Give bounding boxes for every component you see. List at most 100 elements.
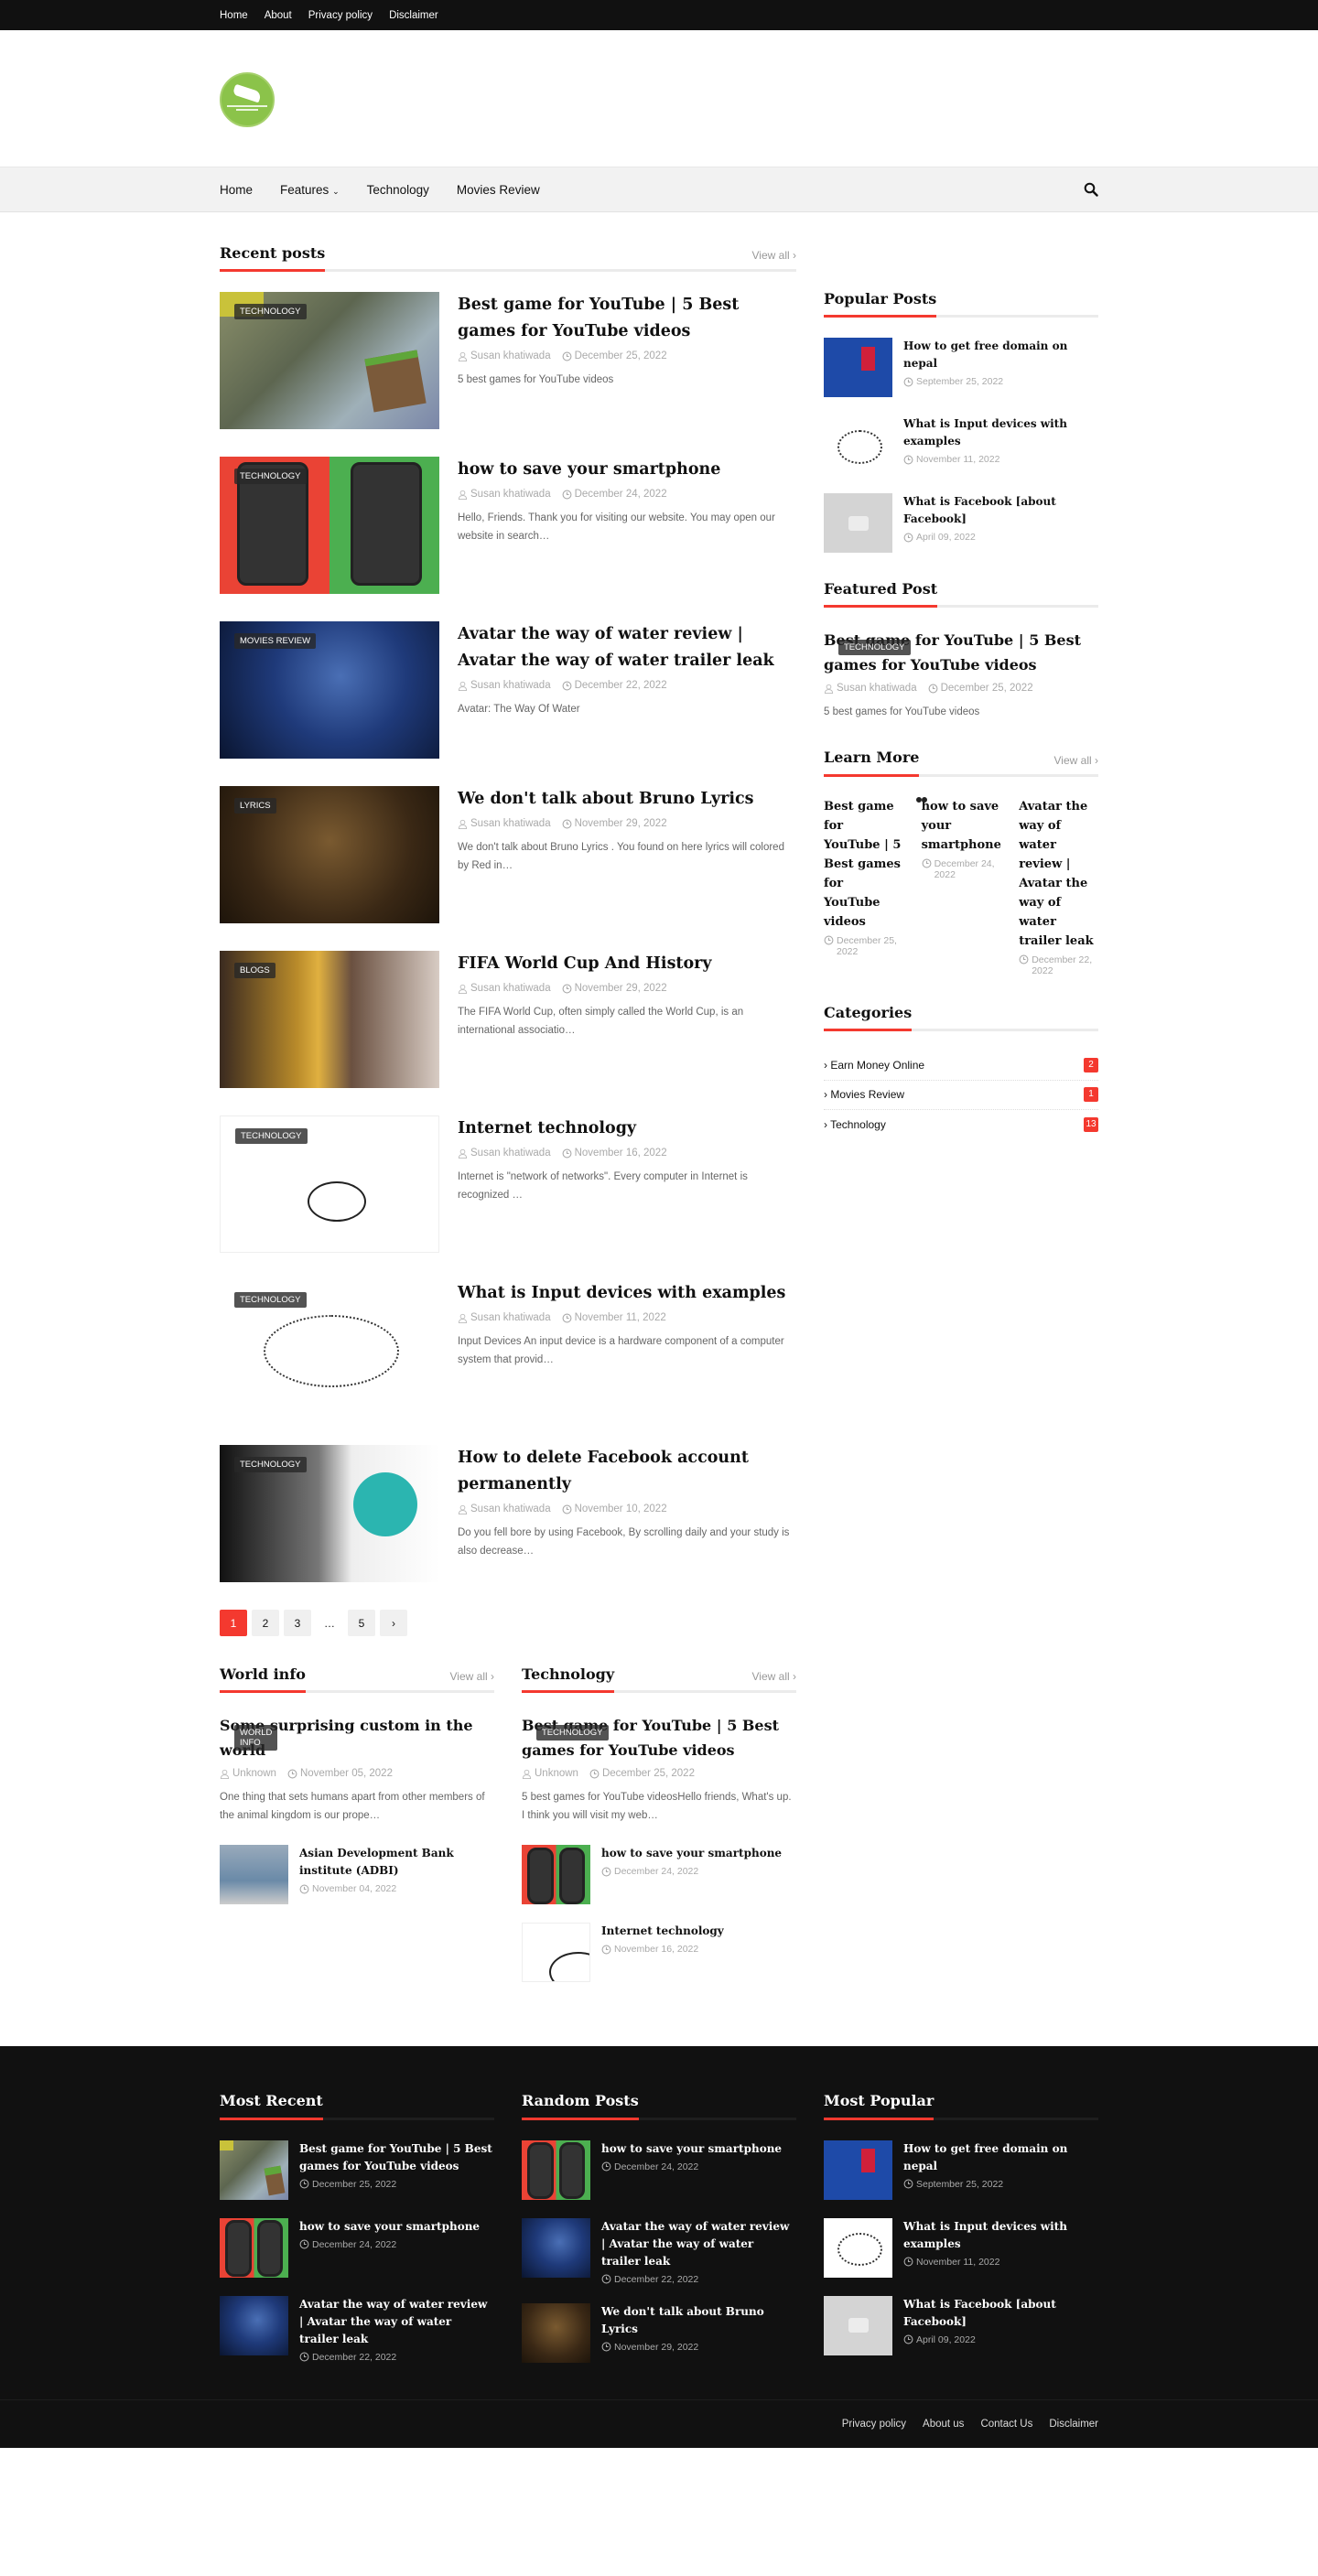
post-title-link[interactable]: Internet technology xyxy=(458,1116,796,1142)
category-badge: MOVIES REVIEW xyxy=(234,633,317,650)
post-meta: Susan khatiwada December 25, 2022 xyxy=(458,350,796,361)
featured-item: WORLD INFOSome surprising custom in the … xyxy=(220,1713,494,1825)
nav-features[interactable]: Features ⌄ xyxy=(280,183,340,197)
site-logo[interactable] xyxy=(220,72,275,127)
post-title-link[interactable]: How to get free domain on nepal xyxy=(903,338,1098,372)
post-title-link[interactable]: Avatar the way of water review | Avatar … xyxy=(1019,797,1098,951)
post-title-link[interactable]: how to save your smartphone xyxy=(601,1845,796,1862)
clock-icon xyxy=(1019,954,1029,965)
post-thumbnail[interactable]: MOVIES REVIEW xyxy=(220,621,439,760)
post-thumbnail[interactable] xyxy=(522,1845,590,1905)
user-icon xyxy=(522,1769,532,1779)
post-title-link[interactable]: how to save your smartphone xyxy=(299,2218,494,2236)
footer-link-privacy[interactable]: Privacy policy xyxy=(842,2419,906,2430)
category-item[interactable]: › Technology 13 xyxy=(824,1110,1098,1139)
section-header: Random Posts xyxy=(522,2092,796,2120)
topbar-link-about[interactable]: About xyxy=(265,10,292,21)
post-thumbnail[interactable] xyxy=(824,2295,892,2355)
post-thumbnail[interactable]: TECHNOLOGY xyxy=(220,1445,439,1583)
post-title-link[interactable]: how to save your smartphone xyxy=(922,797,1001,855)
post-title-link[interactable]: How to get free domain on nepal xyxy=(903,2140,1098,2175)
page-button-2[interactable]: 2 xyxy=(252,1610,279,1637)
post-thumbnail[interactable] xyxy=(824,415,892,476)
post-row: MOVIES REVIEW Avatar the way of water rev… xyxy=(220,621,796,760)
post-thumbnail[interactable] xyxy=(522,1923,590,1983)
post-title-link[interactable]: Best game for YouTube | 5 Best games for… xyxy=(458,292,796,345)
post-date: December 24, 2022 xyxy=(299,2239,494,2250)
footer-link-about[interactable]: About us xyxy=(923,2419,964,2430)
post-thumbnail[interactable] xyxy=(824,2217,892,2278)
topbar-link-privacy[interactable]: Privacy policy xyxy=(308,10,373,21)
post-thumbnail[interactable]: TECHNOLOGY xyxy=(220,1116,439,1254)
post-thumbnail[interactable]: TECHNOLOGY xyxy=(220,1280,439,1418)
footer-link-contact[interactable]: Contact Us xyxy=(980,2419,1032,2430)
page-button-3[interactable]: 3 xyxy=(284,1610,311,1637)
clock-icon xyxy=(601,2161,611,2172)
section-header: World info View all › xyxy=(220,1665,494,1694)
post-title-link[interactable]: Best game for YouTube | 5 Best games for… xyxy=(824,797,903,932)
post-thumbnail[interactable] xyxy=(220,1845,288,1905)
search-icon[interactable] xyxy=(1084,182,1098,197)
post-meta: Susan khatiwada November 11, 2022 xyxy=(458,1312,796,1323)
post-thumbnail[interactable]: BLOGS xyxy=(220,951,439,1089)
nav-movies-review[interactable]: Movies Review xyxy=(457,183,540,197)
post-thumbnail[interactable] xyxy=(824,338,892,398)
post-title-link[interactable]: Best game for YouTube | 5 Best games for… xyxy=(299,2140,494,2175)
topbar-link-home[interactable]: Home xyxy=(220,10,248,21)
post-thumbnail[interactable]: LYRICS xyxy=(220,786,439,924)
page-button-1[interactable]: 1 xyxy=(220,1610,247,1637)
section-header: Most Popular xyxy=(824,2092,1098,2120)
post-thumbnail[interactable] xyxy=(824,2139,892,2200)
post-title-link[interactable]: FIFA World Cup And History xyxy=(458,951,796,977)
post-thumbnail[interactable] xyxy=(220,2295,288,2355)
post-row: TECHNOLOGY What is Input devices with exa… xyxy=(220,1280,796,1418)
post-meta: Susan khatiwada November 16, 2022 xyxy=(458,1148,796,1159)
post-title-link[interactable]: What is Input devices with examples xyxy=(903,2218,1098,2253)
post-title-link[interactable]: how to save your smartphone xyxy=(458,457,796,483)
category-item[interactable]: › Earn Money Online 2 xyxy=(824,1051,1098,1081)
post-title-link[interactable]: Internet technology xyxy=(601,1923,796,1940)
section-title: World info xyxy=(220,1665,306,1694)
next-page-button[interactable]: › xyxy=(380,1610,407,1637)
post-title-link[interactable]: What is Input devices with examples xyxy=(903,415,1098,450)
post-thumbnail[interactable] xyxy=(220,2217,288,2278)
post-title-link[interactable]: We don't talk about Bruno Lyrics xyxy=(601,2303,796,2338)
post-title-link[interactable]: What is Facebook [about Facebook] xyxy=(903,493,1098,528)
categories-widget: Categories › Earn Money Online 2 › Movies R… xyxy=(824,1004,1098,1139)
post-date: November 11, 2022 xyxy=(562,1312,666,1323)
footer: Most Recent Best game for YouTube | 5 Bes… xyxy=(0,2046,1318,2448)
post-title-link[interactable]: Asian Development Bank institute (ADBI) xyxy=(299,1845,494,1880)
nav-home[interactable]: Home xyxy=(220,183,253,197)
post-thumbnail[interactable]: TECHNOLOGY xyxy=(220,457,439,595)
post-row: TECHNOLOGY Internet technology Susan khati… xyxy=(220,1116,796,1254)
page-button-5[interactable]: 5 xyxy=(348,1610,375,1637)
view-all-link[interactable]: View all › xyxy=(1054,754,1098,767)
post-title-link[interactable]: how to save your smartphone xyxy=(601,2140,796,2158)
post-meta: Susan khatiwada December 25, 2022 xyxy=(824,683,1098,694)
nepal-map-icon xyxy=(232,83,263,103)
post-title-link[interactable]: Avatar the way of water review | Avatar … xyxy=(601,2218,796,2270)
post-title-link[interactable]: Avatar the way of water review | Avatar … xyxy=(458,621,796,674)
topbar-link-disclaimer[interactable]: Disclaimer xyxy=(389,10,438,21)
post-thumbnail[interactable] xyxy=(824,493,892,554)
post-author: Susan khatiwada xyxy=(458,983,551,994)
category-item[interactable]: › Movies Review 1 xyxy=(824,1081,1098,1110)
post-title-link[interactable]: We don't talk about Bruno Lyrics xyxy=(458,786,796,813)
post-title-link[interactable]: What is Facebook [about Facebook] xyxy=(903,2296,1098,2331)
view-all-link[interactable]: View all › xyxy=(752,249,796,262)
category-badge: TECHNOLOGY xyxy=(234,1457,307,1473)
post-thumbnail[interactable] xyxy=(522,2217,590,2278)
footer-link-disclaimer[interactable]: Disclaimer xyxy=(1049,2419,1098,2430)
post-thumbnail[interactable] xyxy=(220,2139,288,2200)
post-title-link[interactable]: Avatar the way of water review | Avatar … xyxy=(299,2296,494,2348)
view-all-link[interactable]: View all › xyxy=(450,1670,494,1683)
post-snippet: Do you fell bore by using Facebook, By s… xyxy=(458,1527,790,1557)
view-all-link[interactable]: View all › xyxy=(752,1670,796,1683)
post-thumbnail[interactable]: TECHNOLOGY xyxy=(220,292,439,430)
post-thumbnail[interactable] xyxy=(522,2302,590,2363)
chevron-right-icon: › xyxy=(824,1117,827,1131)
post-title-link[interactable]: What is Input devices with examples xyxy=(458,1280,796,1307)
post-thumbnail[interactable] xyxy=(522,2139,590,2200)
nav-technology[interactable]: Technology xyxy=(367,183,429,197)
post-title-link[interactable]: How to delete Facebook account permanent… xyxy=(458,1445,796,1498)
